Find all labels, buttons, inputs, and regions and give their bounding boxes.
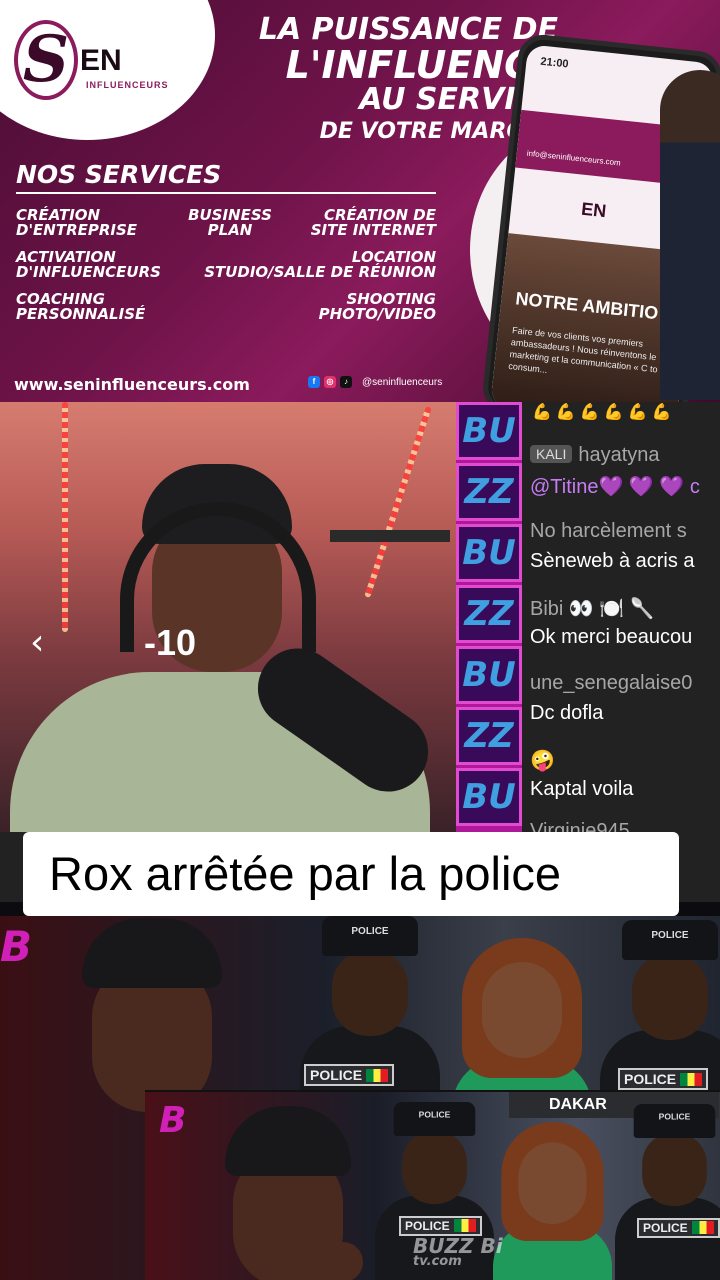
- inset-thumbnail[interactable]: B DAKAR POLICE POLICE POLICE POLICE BUZZ…: [145, 1090, 720, 1280]
- woman-face: [482, 962, 562, 1058]
- chat-username: KALI hayatyna: [530, 444, 660, 467]
- police-cap: POLICE: [633, 1104, 716, 1138]
- chat-username: 🤪: [530, 750, 555, 772]
- service-coaching: COACHING PERSONNALISÉ: [16, 290, 146, 323]
- instagram-icon: ◎: [324, 376, 336, 388]
- buzz-tile: BU: [456, 646, 522, 704]
- chat-message-text: 💪💪💪💪💪💪: [532, 404, 676, 421]
- buzz-tile: ZZ: [456, 707, 522, 765]
- brand-logo-icon: S: [14, 20, 78, 100]
- police-cap: POLICE: [622, 920, 718, 960]
- chat-username: Bibi 👀 🍽️ 🥄: [530, 598, 655, 620]
- live-stream-panel[interactable]: ‹ -10 BU ZZ BU ZZ BU ZZ BU 💪💪💪💪💪💪 KALI ha…: [0, 402, 720, 902]
- service-location-studio: LOCATION STUDIO/SALLE DE RÉUNION: [204, 248, 436, 281]
- buzzbi-logo-icon: B: [0, 922, 33, 971]
- ad-banner[interactable]: S EN INFLUENCEURS LA PUISSANCE DE L'INFL…: [0, 0, 720, 402]
- news-thumbnails[interactable]: B POLICE POLICE POLICE POLICE B DAKAR PO…: [0, 902, 720, 1280]
- senegal-flag-icon: [366, 1069, 389, 1082]
- buzz-tile: BU: [456, 524, 522, 582]
- buzz-tile: ZZ: [456, 585, 522, 643]
- facebook-icon: f: [308, 376, 320, 388]
- phone-logo: EN: [580, 198, 608, 222]
- chat-username: Virginie945: [530, 820, 630, 832]
- tiktok-icon: ♪: [340, 376, 352, 388]
- chat-username: No harcèlement s: [530, 520, 687, 542]
- chat-message-text: Dc dofla: [530, 702, 604, 724]
- senegal-flag-icon: [691, 1221, 714, 1234]
- buzz-tile: BU: [456, 768, 522, 826]
- police-patch: POLICE: [637, 1218, 720, 1238]
- buzz-strip: BU ZZ BU ZZ BU ZZ BU: [456, 402, 522, 832]
- led-strip-right: [364, 405, 432, 599]
- host-hands: [273, 1242, 363, 1280]
- video-caption: Rox arrêtée par la police: [49, 847, 562, 900]
- police-patch: POLICE: [304, 1064, 395, 1086]
- buzz-tile: ZZ: [456, 463, 522, 521]
- chat-message-text: @Titine💜 💜 💜 c: [530, 476, 700, 498]
- headline-line-3: AU SERVICE: [359, 82, 558, 117]
- woman-figure: [493, 1122, 612, 1280]
- police-patch: POLICE: [399, 1216, 482, 1236]
- service-shooting: SHOOTING PHOTO/VIDEO: [318, 290, 436, 323]
- spokesman-image: [660, 70, 720, 400]
- social-links: f ◎ ♪ @seninfluenceurs: [308, 376, 442, 388]
- headline-line-1: LA PUISSANCE DE: [258, 12, 558, 47]
- chat-user-badge: KALI: [530, 445, 573, 463]
- streamer-video[interactable]: ‹ -10: [0, 402, 456, 832]
- buzzbi-logo-icon: B: [159, 1100, 187, 1141]
- senegal-flag-icon: [680, 1073, 703, 1086]
- brand-logo-subtitle: INFLUENCEURS: [86, 80, 169, 90]
- brand-logo-text: EN: [80, 44, 122, 77]
- service-business-plan: BUSINESS PLAN: [188, 206, 272, 239]
- rewind-10-button[interactable]: -10: [144, 622, 196, 664]
- mic-arm: [330, 530, 450, 542]
- banner-headline: LA PUISSANCE DE L'INFLUENCE AU SERVICE D…: [228, 14, 558, 148]
- woman-face: [518, 1142, 587, 1224]
- police-officer-right: POLICE: [615, 1104, 720, 1280]
- police-cap: POLICE: [322, 916, 418, 956]
- senegal-flag-icon: [453, 1219, 476, 1232]
- officer-face: [332, 950, 408, 1036]
- officer-face: [632, 954, 708, 1040]
- chat-message-text: Ok merci beaucou: [530, 626, 693, 648]
- officer-face: [642, 1132, 707, 1206]
- live-chat[interactable]: 💪💪💪💪💪💪 KALI hayatyna @Titine💜 💜 💜 c No ha…: [522, 402, 720, 832]
- services-divider: [16, 192, 436, 194]
- buzzbi-watermark: BUZZ Bi tv.com: [413, 1234, 503, 1269]
- caption-box: Rox arrêtée par la police: [23, 832, 679, 916]
- service-site-internet: CRÉATION DE SITE INTERNET: [310, 206, 436, 239]
- police-patch: POLICE: [618, 1068, 709, 1090]
- chat-username: une_senegalaise0: [530, 672, 693, 694]
- streamer-figure: [10, 442, 430, 832]
- phone-time: 21:00: [539, 55, 570, 71]
- website-url: www.seninfluenceurs.com: [14, 375, 250, 394]
- led-strip-left: [62, 402, 68, 632]
- headline-line-2: L'INFLUENCE: [285, 43, 558, 87]
- officer-face: [402, 1130, 467, 1204]
- services-title: NOS SERVICES: [16, 160, 222, 189]
- officer-uniform: [615, 1197, 720, 1280]
- service-creation-entreprise: CRÉATION D'ENTREPRISE: [16, 206, 138, 239]
- host-cap: [225, 1106, 351, 1176]
- chat-message-text: Sèneweb à acris a: [530, 550, 695, 572]
- chat-message-text: Kaptal voila: [530, 778, 634, 800]
- police-cap: POLICE: [393, 1102, 476, 1136]
- back-arrow-icon[interactable]: ‹: [30, 622, 44, 663]
- buzz-tile: BU: [456, 402, 522, 460]
- social-handle: @seninfluenceurs: [362, 376, 443, 388]
- service-activation-influenceurs: ACTIVATION D'INFLUENCEURS: [16, 248, 161, 281]
